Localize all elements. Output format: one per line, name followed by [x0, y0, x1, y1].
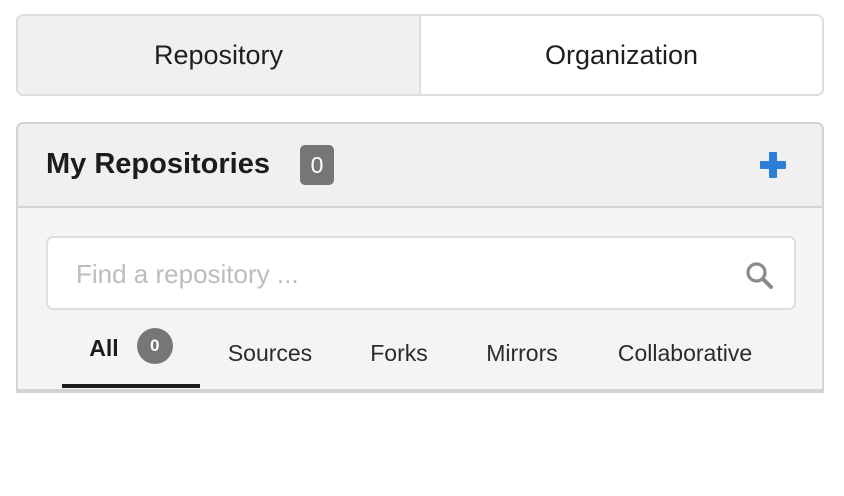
filter-tab-forks-label: Forks — [370, 339, 428, 366]
my-repositories-panel: My Repositories 0 All 0 Sources — [16, 122, 824, 392]
repo-org-switcher: Repository Organization — [16, 14, 824, 96]
filter-tab-collaborative[interactable]: Collaborative — [600, 318, 770, 388]
search-input[interactable] — [74, 238, 728, 310]
filter-tab-sources[interactable]: Sources — [212, 318, 328, 388]
tab-organization[interactable]: Organization — [421, 16, 822, 94]
filter-tabs: All 0 Sources Forks Mirrors Collaborativ… — [18, 318, 822, 392]
filter-tab-mirrors[interactable]: Mirrors — [468, 318, 576, 388]
filter-tab-sources-label: Sources — [227, 339, 313, 366]
panel-title: My Repositories — [46, 148, 270, 180]
plus-icon — [760, 152, 786, 178]
filter-tab-all[interactable]: All 0 — [62, 312, 200, 388]
search-box — [46, 236, 796, 310]
repository-count-badge: 0 — [300, 145, 334, 185]
filter-tab-all-count: 0 — [136, 328, 173, 364]
filter-tab-mirrors-label: Mirrors — [486, 339, 558, 366]
panel-body: All 0 Sources Forks Mirrors Collaborativ… — [18, 208, 822, 392]
panel-header: My Repositories 0 — [18, 124, 822, 208]
search-icon[interactable] — [744, 260, 774, 290]
tab-organization-label: Organization — [544, 39, 699, 70]
filter-tab-all-label: All — [89, 334, 119, 361]
tab-repository[interactable]: Repository — [18, 16, 421, 94]
filter-tab-forks[interactable]: Forks — [354, 318, 444, 388]
tab-repository-label: Repository — [153, 39, 284, 70]
panel-bottom-divider — [16, 389, 824, 393]
filter-tab-collaborative-label: Collaborative — [617, 339, 753, 366]
add-repository-button[interactable] — [756, 148, 790, 182]
